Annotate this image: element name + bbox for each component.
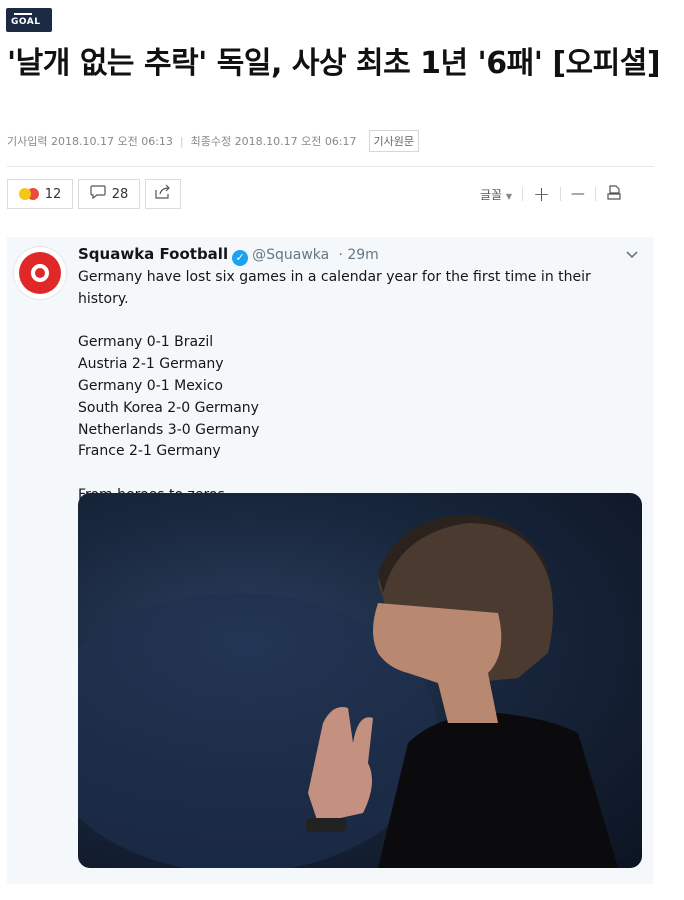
verified-icon: ✓	[232, 250, 249, 266]
tweet-line: Netherlands 3-0 Germany	[78, 421, 260, 438]
share-icon	[154, 184, 172, 204]
tweet-header: Squawka Football ✓ @Squawka · 29m	[78, 245, 379, 266]
tweet-text: Germany have lost six games in a calenda…	[78, 267, 638, 507]
tweet-line: South Korea 2-0 Germany	[78, 399, 259, 416]
tweet-time[interactable]: · 29m	[338, 247, 378, 263]
reaction-button[interactable]: 12	[7, 179, 73, 209]
tweet-line: Austria 2-1 Germany	[78, 356, 224, 373]
tweet-line	[78, 311, 638, 333]
modified-date: 2018.10.17 오전 06:17	[234, 135, 357, 148]
meta-separator: |	[179, 134, 184, 148]
toolbar-divider	[594, 187, 596, 201]
tweet-line: Germany have lost six games in a calenda…	[78, 269, 591, 307]
logo-text: GOAL	[11, 17, 41, 27]
tweet-line: Germany 0-1 Mexico	[78, 377, 223, 394]
comment-icon	[90, 185, 106, 203]
tweet-line	[78, 463, 638, 485]
chevron-down-icon[interactable]	[625, 249, 639, 263]
reaction-count: 12	[44, 186, 62, 202]
toolbar-divider	[522, 187, 524, 201]
logo-mark	[31, 264, 49, 282]
font-label: 글꼴	[480, 187, 503, 202]
reaction-emoji-icon	[18, 188, 31, 200]
embedded-tweet[interactable]: Squawka Football ✓ @Squawka · 29m Germany …	[7, 237, 653, 884]
published-date: 2018.10.17 오전 06:13	[50, 135, 173, 148]
tweet-line: France 2-1 Germany	[78, 443, 221, 460]
avatar[interactable]	[13, 246, 67, 300]
modified-label: 최종수정	[190, 135, 232, 148]
text-tools: 글꼴 ▼ + —	[480, 179, 622, 209]
tweet-photo[interactable]	[78, 493, 642, 868]
article-meta: 기사입력 2018.10.17 오전 06:13 | 최종수정 2018.10.…	[7, 130, 420, 152]
comment-button[interactable]: 28	[78, 179, 140, 209]
divider	[7, 166, 654, 167]
font-increase-button[interactable]: +	[533, 182, 550, 206]
print-icon[interactable]	[606, 184, 622, 204]
font-button[interactable]: 글꼴 ▼	[480, 186, 512, 203]
logo-bar	[14, 13, 32, 15]
squawka-logo	[19, 252, 61, 294]
comment-count: 28	[111, 186, 129, 202]
tweet-author[interactable]: Squawka Football	[78, 245, 228, 263]
tweet-line: Germany 0-1 Brazil	[78, 334, 214, 351]
coach-photo-illustration	[78, 514, 618, 868]
font-decrease-button[interactable]: —	[571, 186, 585, 202]
toolbar-divider	[559, 187, 561, 201]
chevron-down-icon: ▼	[505, 191, 513, 201]
share-button[interactable]	[145, 179, 181, 209]
published-label: 기사입력	[7, 135, 48, 148]
original-article-button[interactable]: 기사원문	[368, 130, 420, 152]
site-logo[interactable]: GOAL	[6, 8, 52, 32]
article-title: '날개 없는 추락' 독일, 사상 최초 1년 '6패' [오피셜]	[7, 46, 661, 81]
article-toolbar: 12 28	[7, 179, 181, 209]
tweet-handle[interactable]: @Squawka	[252, 247, 329, 263]
